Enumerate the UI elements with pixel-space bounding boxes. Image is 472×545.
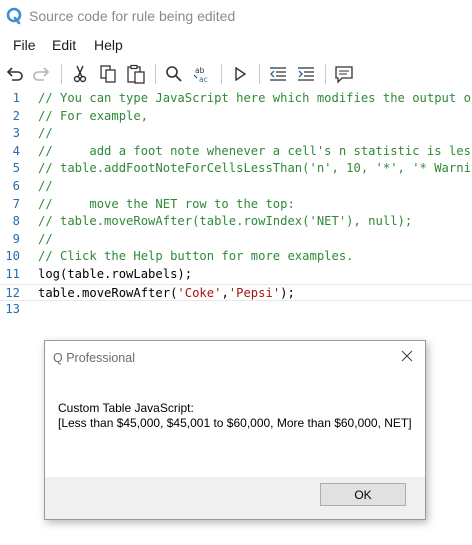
title-bar: Source code for rule being edited — [0, 0, 472, 32]
line-number: 11 — [5, 267, 20, 281]
toolbar-separator — [325, 64, 326, 84]
indent-icon[interactable] — [294, 62, 318, 86]
code-text: // Click the Help button for more exampl… — [38, 249, 354, 264]
code-text: log(table.rowLabels); — [38, 267, 193, 281]
code-text: // — [38, 231, 53, 246]
code-text: // You can type JavaScript here which mo… — [38, 91, 472, 105]
ok-button[interactable]: OK — [320, 483, 406, 506]
line-number: 4 — [12, 143, 20, 158]
line-number: 1 — [12, 91, 20, 105]
replace-icon[interactable]: ab ac — [190, 62, 214, 86]
code-token: table.moveRowAfter( — [38, 285, 178, 300]
code-text: // — [38, 179, 53, 193]
code-line[interactable]: 2 // For example, — [0, 108, 472, 126]
search-icon[interactable] — [162, 62, 186, 86]
line-number: 2 — [12, 108, 20, 123]
outdent-icon[interactable] — [266, 62, 290, 86]
cut-icon[interactable] — [68, 62, 92, 86]
code-line[interactable]: 5 // table.addFootNoteForCellsLessThan('n… — [0, 160, 472, 178]
q-logo-icon — [6, 7, 22, 25]
code-text: // table.addFootNoteForCellsLessThan('n'… — [38, 161, 472, 176]
editor-window: Source code for rule being edited File E… — [0, 0, 472, 545]
line-number: 5 — [12, 161, 20, 176]
code-line[interactable]: 1 // You can type JavaScript here which m… — [0, 90, 472, 108]
line-number: 10 — [5, 249, 20, 264]
copy-icon[interactable] — [96, 62, 120, 86]
message-dialog: Q Professional Custom Table JavaScript: … — [44, 340, 426, 520]
line-number: 6 — [12, 179, 20, 193]
line-number: 7 — [12, 196, 20, 211]
code-text: // table.moveRowAfter(table.rowIndex('NE… — [38, 214, 413, 229]
comment-icon[interactable] — [332, 62, 356, 86]
code-line[interactable]: 7 // move the NET row to the top: — [0, 196, 472, 214]
window-title: Source code for rule being edited — [29, 8, 236, 24]
line-number: 12 — [5, 285, 20, 300]
code-editor[interactable]: 1 // You can type JavaScript here which m… — [0, 90, 472, 325]
code-line[interactable]: 13 — [0, 301, 472, 319]
close-icon[interactable] — [399, 348, 415, 364]
toolbar-separator — [221, 64, 222, 84]
code-line[interactable]: 12 table.moveRowAfter('Coke','Pepsi'); — [0, 283, 472, 303]
svg-text:ac: ac — [199, 75, 208, 84]
toolbar: ab ac — [0, 60, 472, 88]
code-line[interactable]: 10 // Click the Help button for more exam… — [0, 248, 472, 266]
undo-icon[interactable] — [3, 62, 27, 86]
code-line[interactable]: 6 // — [0, 178, 472, 196]
code-text: // For example, — [38, 108, 149, 123]
toolbar-separator — [61, 64, 62, 84]
dialog-message-body: [Less than $45,000, $45,001 to $60,000, … — [58, 416, 412, 430]
menu-edit[interactable]: Edit — [52, 37, 76, 53]
code-text: table.moveRowAfter('Coke','Pepsi'); — [38, 285, 295, 303]
line-number: 13 — [5, 302, 20, 317]
menu-file[interactable]: File — [13, 37, 36, 53]
toolbar-separator — [259, 64, 260, 84]
toolbar-separator — [155, 64, 156, 84]
code-text: // — [38, 126, 53, 141]
redo-icon[interactable] — [29, 62, 53, 86]
dialog-title: Q Professional — [53, 351, 135, 365]
menu-bar: File Edit Help — [0, 35, 472, 57]
code-text: // move the NET row to the top: — [38, 196, 295, 211]
line-number: 8 — [12, 214, 20, 229]
code-text: // add a foot note whenever a cell's n s… — [38, 143, 472, 158]
code-line[interactable]: 8 // table.moveRowAfter(table.rowIndex('N… — [0, 213, 472, 231]
code-line[interactable]: 3 // — [0, 125, 472, 143]
run-icon[interactable] — [228, 62, 252, 86]
svg-text:ab: ab — [195, 66, 205, 75]
line-number: 3 — [12, 126, 20, 141]
string-literal: 'Coke' — [177, 285, 222, 300]
paste-icon[interactable] — [124, 62, 148, 86]
code-line[interactable]: 4 // add a foot note whenever a cell's n … — [0, 143, 472, 161]
dialog-message-heading: Custom Table JavaScript: — [58, 401, 194, 415]
code-line[interactable]: 9 // — [0, 231, 472, 249]
code-token: , — [221, 285, 229, 300]
code-token: ); — [280, 285, 295, 300]
code-line[interactable]: 11 log(table.rowLabels); — [0, 266, 472, 284]
menu-help[interactable]: Help — [94, 37, 123, 53]
string-literal: 'Pepsi' — [228, 285, 281, 300]
line-number: 9 — [12, 231, 20, 246]
